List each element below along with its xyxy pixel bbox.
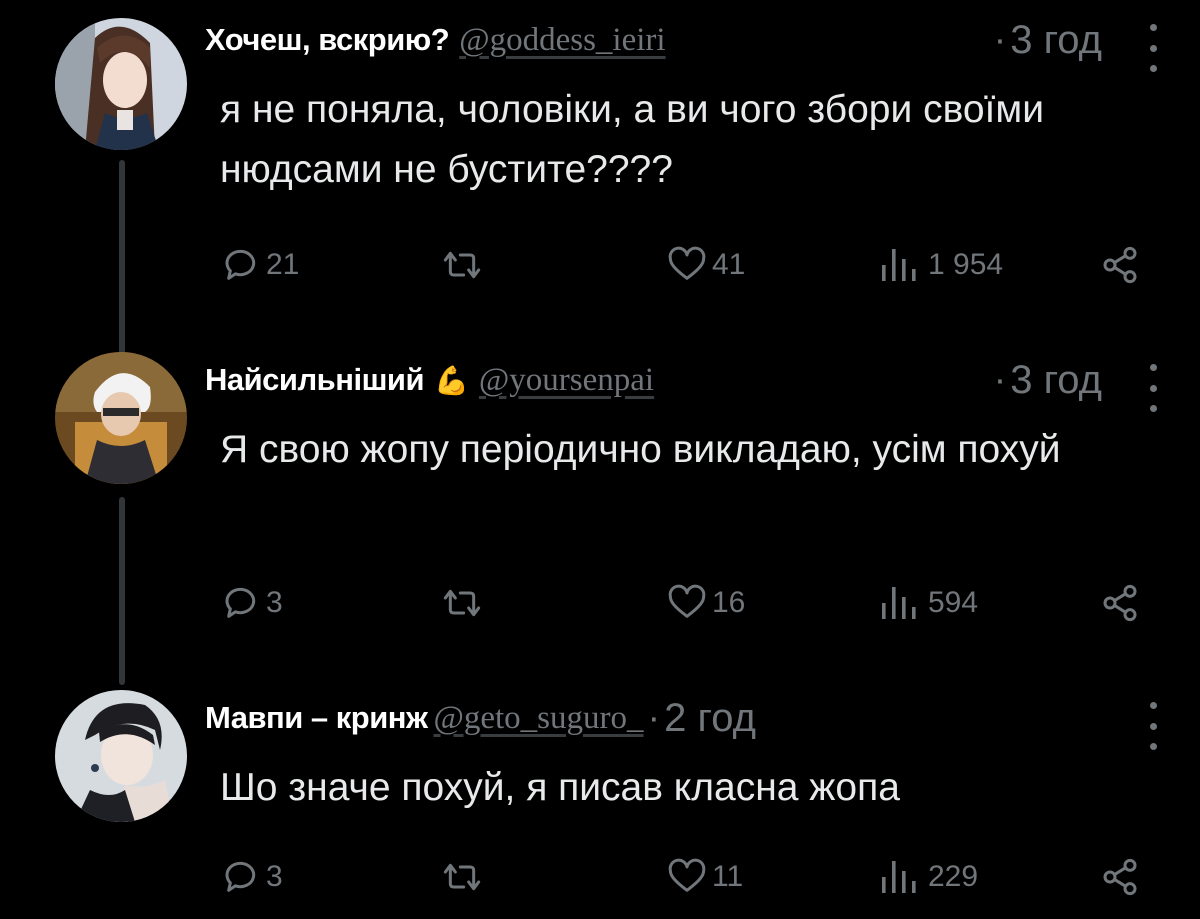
reply-count: 21: [266, 248, 300, 281]
like-button[interactable]: 41: [666, 245, 745, 285]
view-count: 229: [928, 860, 979, 893]
share-button[interactable]: [1098, 245, 1142, 285]
tweet-header: Мавпи – кринж @geto_suguro_ · 2 год: [205, 688, 1160, 748]
heart-icon: [668, 246, 706, 280]
reply-count: 3: [266, 586, 283, 619]
retweet-icon: [443, 251, 481, 279]
avatar[interactable]: [55, 690, 187, 822]
tweet-text: я не поняла, чоловіки, а ви чого збори с…: [220, 88, 1044, 191]
share-icon: [1103, 246, 1137, 284]
tweet-header: Найсильніший 💪 @yoursenpai · 3 год: [205, 350, 1160, 410]
view-count: 1 954: [928, 248, 1004, 281]
reply-icon: [225, 861, 256, 892]
flexed-biceps-emoji: 💪: [434, 364, 469, 396]
views-button[interactable]: 229: [876, 857, 978, 897]
user-handle[interactable]: @goddess_ieiri: [459, 22, 665, 59]
more-icon[interactable]: [1148, 24, 1158, 72]
more-icon[interactable]: [1148, 702, 1158, 750]
separator-dot: ·: [993, 18, 1007, 61]
tweet-text: Шо значе похуй, я писав класна жопа: [220, 766, 900, 809]
display-name[interactable]: Хочеш, вскрию?: [205, 22, 450, 58]
tweet-header: Хочеш, вскрию? @goddess_ieiri · 3 год: [205, 10, 1160, 70]
reply-count: 3: [266, 860, 283, 893]
separator-dot: ·: [993, 358, 1007, 401]
view-count: 594: [928, 586, 979, 619]
user-handle[interactable]: @geto_suguro_: [433, 700, 643, 737]
like-count: 16: [712, 586, 746, 619]
display-name[interactable]: Мавпи – кринж: [205, 700, 428, 736]
views-icon: [882, 587, 916, 619]
separator-dot: ·: [647, 696, 661, 739]
avatar[interactable]: [55, 18, 187, 150]
views-button[interactable]: 1 954: [876, 245, 1003, 285]
tweet[interactable]: Мавпи – кринж @geto_suguro_ · 2 год Шо з…: [0, 688, 1200, 919]
timestamp[interactable]: 3 год: [1010, 358, 1102, 403]
share-button[interactable]: [1098, 583, 1142, 623]
reply-button[interactable]: 3: [222, 583, 283, 623]
tweet[interactable]: Хочеш, вскрию? @goddess_ieiri · 3 год я …: [0, 10, 1200, 300]
display-name[interactable]: Найсильніший: [205, 362, 425, 398]
timestamp[interactable]: 2 год: [664, 696, 756, 741]
views-button[interactable]: 594: [876, 583, 978, 623]
like-count: 41: [712, 248, 746, 281]
action-bar: 3 11 229: [0, 852, 1200, 902]
heart-icon: [668, 858, 706, 892]
views-icon: [882, 861, 916, 893]
share-icon: [1103, 584, 1137, 622]
action-bar: 3 16 594: [0, 578, 1200, 628]
retweet-button[interactable]: [438, 245, 486, 285]
reply-icon: [225, 249, 256, 280]
avatar-image: [55, 18, 187, 150]
reply-button[interactable]: 21: [222, 245, 299, 285]
user-handle[interactable]: @yoursenpai: [479, 362, 654, 399]
reply-icon: [225, 587, 256, 618]
action-bar: 21 41 1 954: [0, 240, 1200, 290]
like-button[interactable]: 11: [666, 857, 743, 897]
avatar[interactable]: [55, 352, 187, 484]
retweet-icon: [443, 863, 481, 891]
heart-icon: [668, 584, 706, 618]
tweet[interactable]: Найсильніший 💪 @yoursenpai · 3 год Я сво…: [0, 350, 1200, 650]
views-icon: [882, 249, 916, 281]
retweet-button[interactable]: [438, 857, 486, 897]
tweet-text: Я свою жопу періодично викладаю, усім по…: [220, 428, 1061, 471]
more-icon[interactable]: [1148, 364, 1158, 412]
like-button[interactable]: 16: [666, 583, 745, 623]
retweet-button[interactable]: [438, 583, 486, 623]
avatar-image: [55, 690, 187, 822]
timestamp[interactable]: 3 год: [1010, 18, 1102, 63]
like-count: 11: [712, 860, 744, 893]
retweet-icon: [443, 589, 481, 617]
share-button[interactable]: [1098, 857, 1142, 897]
avatar-image: [55, 352, 187, 484]
share-icon: [1103, 858, 1137, 896]
reply-button[interactable]: 3: [222, 857, 283, 897]
